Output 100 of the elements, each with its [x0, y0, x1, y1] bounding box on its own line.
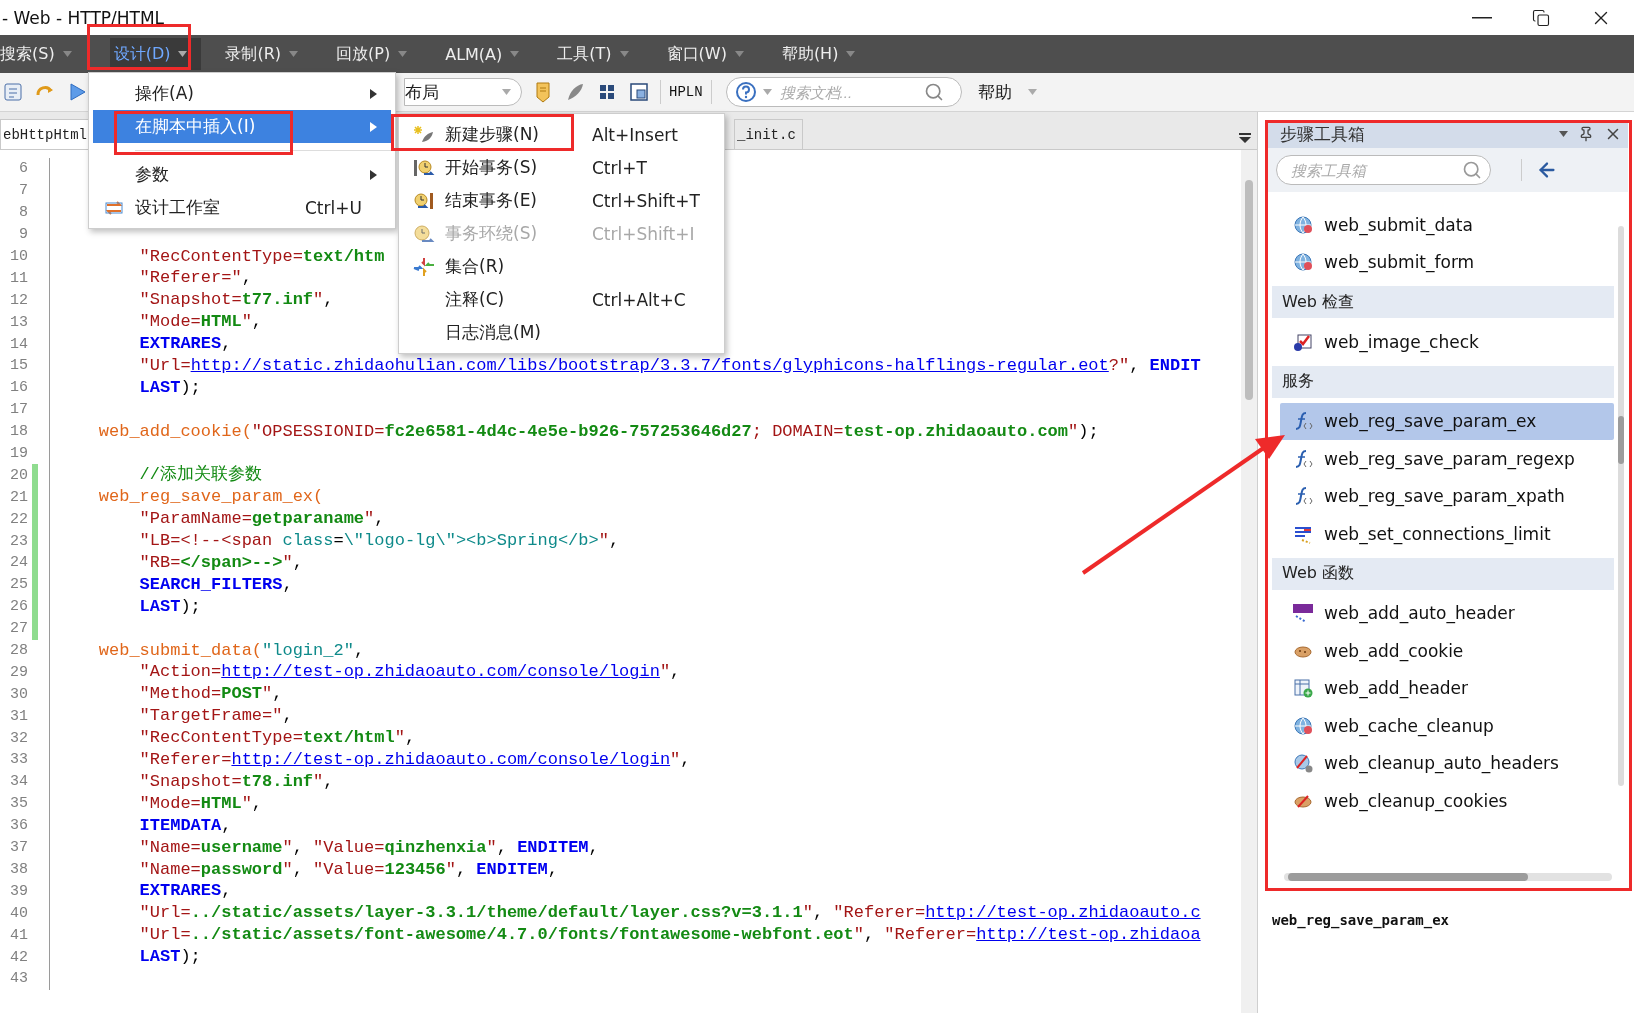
layout-select[interactable]: 布局 — [404, 78, 522, 106]
dropdown-button[interactable] — [1559, 131, 1568, 137]
search-bar[interactable]: 搜索文档... — [725, 77, 962, 107]
caret-icon — [178, 51, 188, 57]
toolbox-item[interactable]: web_image_check — [1280, 323, 1614, 361]
line-number: 27 — [9, 620, 28, 638]
line-number: 9 — [18, 226, 28, 244]
restore-button[interactable] — [1532, 8, 1550, 27]
group-header: Web 检查 — [1272, 286, 1614, 318]
line-number: 42 — [9, 948, 28, 966]
window-icon[interactable] — [628, 81, 650, 103]
line-number: 39 — [9, 882, 28, 900]
search-icon — [1462, 160, 1482, 180]
line-number: 41 — [9, 926, 28, 944]
line-number: 8 — [18, 204, 28, 222]
menu-item[interactable]: 在脚本中插入(I) — [93, 110, 391, 143]
code-line: //添加关联参数 — [138, 464, 263, 487]
caret-icon — [762, 89, 772, 95]
minimize-button[interactable] — [1472, 16, 1492, 19]
menu-item[interactable]: 结束事务(E) Ctrl+Shift+T — [403, 184, 720, 217]
line-number: 31 — [9, 707, 28, 725]
panel-title: 步骤工具箱 — [1280, 122, 1365, 146]
toolbox-item[interactable]: web_cache_cleanup — [1280, 707, 1614, 745]
toolbox-item[interactable]: web_reg_save_param_regexp — [1280, 440, 1614, 478]
menu-item[interactable]: 回放(P) — [332, 38, 422, 70]
restore-icon — [1532, 8, 1550, 27]
code-line: "RecContentType=text/html", — [138, 727, 416, 750]
group-header: 服务 — [1272, 365, 1614, 398]
menu-item[interactable]: ALM(A) — [441, 38, 534, 70]
file-tab[interactable]: _init.c — [734, 119, 803, 149]
script-icon[interactable] — [2, 81, 24, 103]
line-number: 21 — [9, 488, 28, 506]
toolbox-item[interactable]: web_submit_form — [1280, 243, 1614, 281]
code-line: SEARCH_FILTERS, — [138, 573, 293, 596]
line-number: 16 — [9, 379, 28, 397]
line-number: 14 — [9, 335, 28, 353]
tab-list-button[interactable] — [1239, 133, 1251, 143]
code-line: web_submit_data("login_2", — [97, 639, 365, 662]
line-number: 24 — [9, 554, 28, 572]
menu-item[interactable]: 帮助(H) — [777, 38, 870, 70]
line-number: 22 — [9, 510, 28, 528]
toolbox-item[interactable]: web_add_cookie — [1280, 632, 1614, 670]
menu-item[interactable]: 录制(R) — [221, 38, 313, 70]
scrollbar[interactable] — [1618, 226, 1624, 786]
menu-item[interactable]: 设计工作室 Ctrl+U — [93, 191, 391, 224]
code-line: "RecContentType=text/htm — [138, 245, 385, 268]
toolbox-item[interactable]: web_set_connections_limit — [1280, 515, 1614, 553]
toolbox-item[interactable]: web_cleanup_auto_headers — [1280, 744, 1614, 782]
code-line: "ParamName=getparaname", — [138, 508, 385, 531]
menu-item[interactable]: 搜索(S) — [0, 38, 86, 70]
code-line: "Url=../static/assets/layer-3.3.1/theme/default/layer.css?v=3.1.1", "Referer=http://test-op.zhidaoauto.c — [138, 902, 1201, 925]
caret-icon — [502, 89, 511, 95]
line-number: 36 — [9, 817, 28, 835]
menu-item[interactable]: 日志消息(M) — [403, 316, 720, 349]
code-line: "Name=username", "Value=qinzhenxia", ENDITEM, — [138, 836, 599, 859]
menu-item[interactable]: 设计(D) — [109, 38, 202, 70]
toolbox-item[interactable]: web_add_auto_header — [1280, 594, 1614, 632]
search-bar[interactable]: 搜索工具箱 — [1276, 155, 1491, 185]
code-line: ITEMDATA, — [138, 814, 232, 837]
menu-item[interactable]: 开始事务(S) Ctrl+T — [403, 151, 720, 184]
globe-icon — [1292, 213, 1314, 236]
help-button[interactable]: 帮助 — [971, 79, 1043, 105]
menu-item[interactable]: 操作(A) — [93, 77, 391, 110]
code-line: web_add_cookie("OPSESSIONID=fc2e6581-4d4c-4e5e-b926-757253646d27; DOMAIN=test-op.zhidaoauto.com"); — [97, 420, 1099, 443]
toolbox-item[interactable]: web_reg_save_param_xpath — [1280, 477, 1614, 515]
merge-arrows-icon — [412, 255, 436, 278]
line-number: 28 — [9, 642, 28, 660]
hpln-button[interactable]: HPLN — [660, 80, 712, 104]
scrollbar[interactable] — [1241, 150, 1257, 1013]
header-icon — [1292, 602, 1314, 625]
pin-button[interactable] — [1578, 126, 1594, 142]
code-line: "Mode=HTML", — [138, 792, 263, 815]
menu-item[interactable]: 工具(T) — [553, 38, 643, 70]
toolbox-item[interactable]: web_cleanup_cookies — [1280, 782, 1614, 820]
code-line: LAST); — [138, 376, 201, 399]
toolbox-item[interactable]: web_submit_data — [1280, 206, 1614, 244]
code-line: "Snapshot=t77.inf", — [138, 289, 334, 312]
menu-item[interactable]: 注释(C) Ctrl+Alt+C — [403, 283, 720, 316]
globe-icon — [1292, 752, 1314, 775]
code-line: EXTRARES, — [138, 880, 232, 903]
menu-item[interactable]: 集合(R) — [403, 250, 720, 283]
line-number: 15 — [9, 357, 28, 375]
toolbox-item[interactable]: web_add_header — [1280, 669, 1614, 707]
line-number: 25 — [9, 576, 28, 594]
clock-icon — [412, 222, 436, 245]
minimize-icon — [1472, 16, 1492, 19]
description-text: web_reg_save_param_ex — [1271, 911, 1450, 931]
scrollbar[interactable] — [1284, 873, 1612, 881]
menu-item[interactable]: 参数 — [93, 158, 391, 191]
code-line: LAST); — [138, 595, 201, 618]
line-number: 30 — [9, 685, 28, 703]
globe-icon — [1292, 714, 1314, 737]
group-header: Web 函数 — [1272, 557, 1614, 590]
search-field[interactable]: 搜索文档... — [777, 82, 918, 102]
line-number: 29 — [9, 663, 28, 681]
line-number: 32 — [9, 729, 28, 747]
code-line: "LB=<!--<span class=\"logo-lg\"><b>Spring</b>", — [138, 530, 620, 553]
menu-item[interactable]: 窗口(W) — [662, 38, 758, 70]
line-number: 17 — [9, 401, 28, 419]
toolbox-item[interactable]: web_reg_save_param_ex — [1280, 402, 1614, 440]
